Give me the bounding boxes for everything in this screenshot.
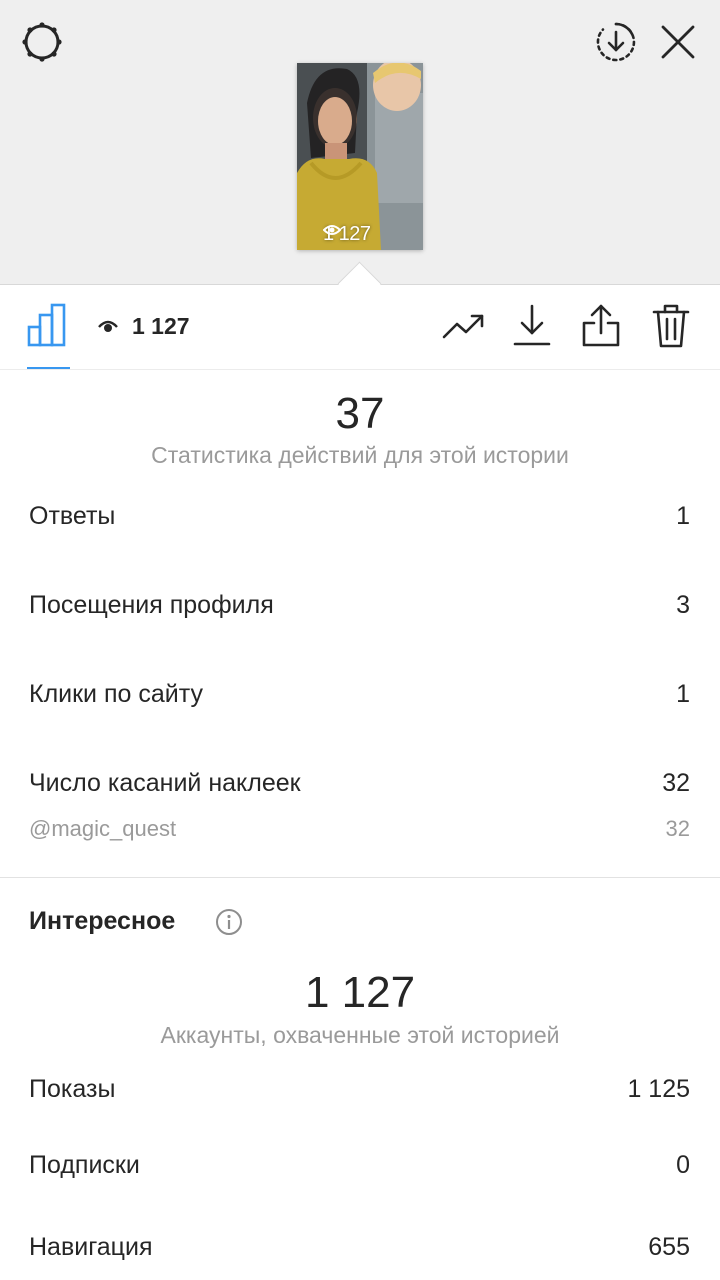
gear-icon[interactable] <box>20 20 64 64</box>
row-profile-visits-label: Посещения профиля <box>29 591 274 619</box>
row-navigation-value: 655 <box>648 1233 690 1261</box>
circle-download-icon[interactable] <box>594 20 638 64</box>
thumbnail-view-count: 1 127 <box>323 223 371 246</box>
row-sticker-taps-label: Число касаний наклеек <box>29 769 301 797</box>
share-icon[interactable] <box>580 303 622 349</box>
row-follows-value: 0 <box>676 1151 690 1179</box>
active-tab-indicator <box>27 367 70 369</box>
bar-chart-icon[interactable] <box>27 303 70 347</box>
row-follows-label: Подписки <box>29 1151 140 1179</box>
sticker-mention-value: 32 <box>665 816 690 841</box>
eye-icon <box>98 320 118 332</box>
sticker-mention-label[interactable]: @magic_quest <box>29 816 176 842</box>
views-count[interactable]: 1 127 <box>132 313 190 340</box>
row-replies-value: 1 <box>676 502 690 530</box>
row-website-clicks-value: 1 <box>676 680 690 708</box>
row-impressions-value: 1 125 <box>627 1075 690 1103</box>
row-impressions-label: Показы <box>29 1075 116 1103</box>
download-icon[interactable] <box>512 303 552 349</box>
info-icon[interactable] <box>215 908 243 936</box>
section-divider <box>0 877 720 878</box>
interactions-caption: Статистика действий для этой истории <box>151 442 569 468</box>
row-profile-visits-value: 3 <box>676 591 690 619</box>
close-icon[interactable] <box>660 24 696 60</box>
trending-up-icon[interactable] <box>442 307 486 347</box>
story-thumbnail[interactable]: 1 127 <box>297 63 423 250</box>
interactions-total: 37 <box>335 389 385 438</box>
reach-caption: Аккаунты, охваченные этой историей <box>160 1022 560 1048</box>
insights-toolbar: 1 127 <box>0 285 720 370</box>
discovery-title: Интересное <box>29 907 176 935</box>
story-photo <box>297 63 423 250</box>
row-replies-label: Ответы <box>29 502 116 530</box>
eye-icon <box>323 225 341 235</box>
row-navigation-label[interactable]: Навигация <box>29 1233 153 1262</box>
row-sticker-taps-value: 32 <box>662 769 690 797</box>
reach-total: 1 127 <box>304 968 416 1017</box>
trash-icon[interactable] <box>652 303 690 349</box>
story-preview-area: 1 127 <box>0 0 720 285</box>
row-website-clicks-label: Клики по сайту <box>29 680 203 708</box>
